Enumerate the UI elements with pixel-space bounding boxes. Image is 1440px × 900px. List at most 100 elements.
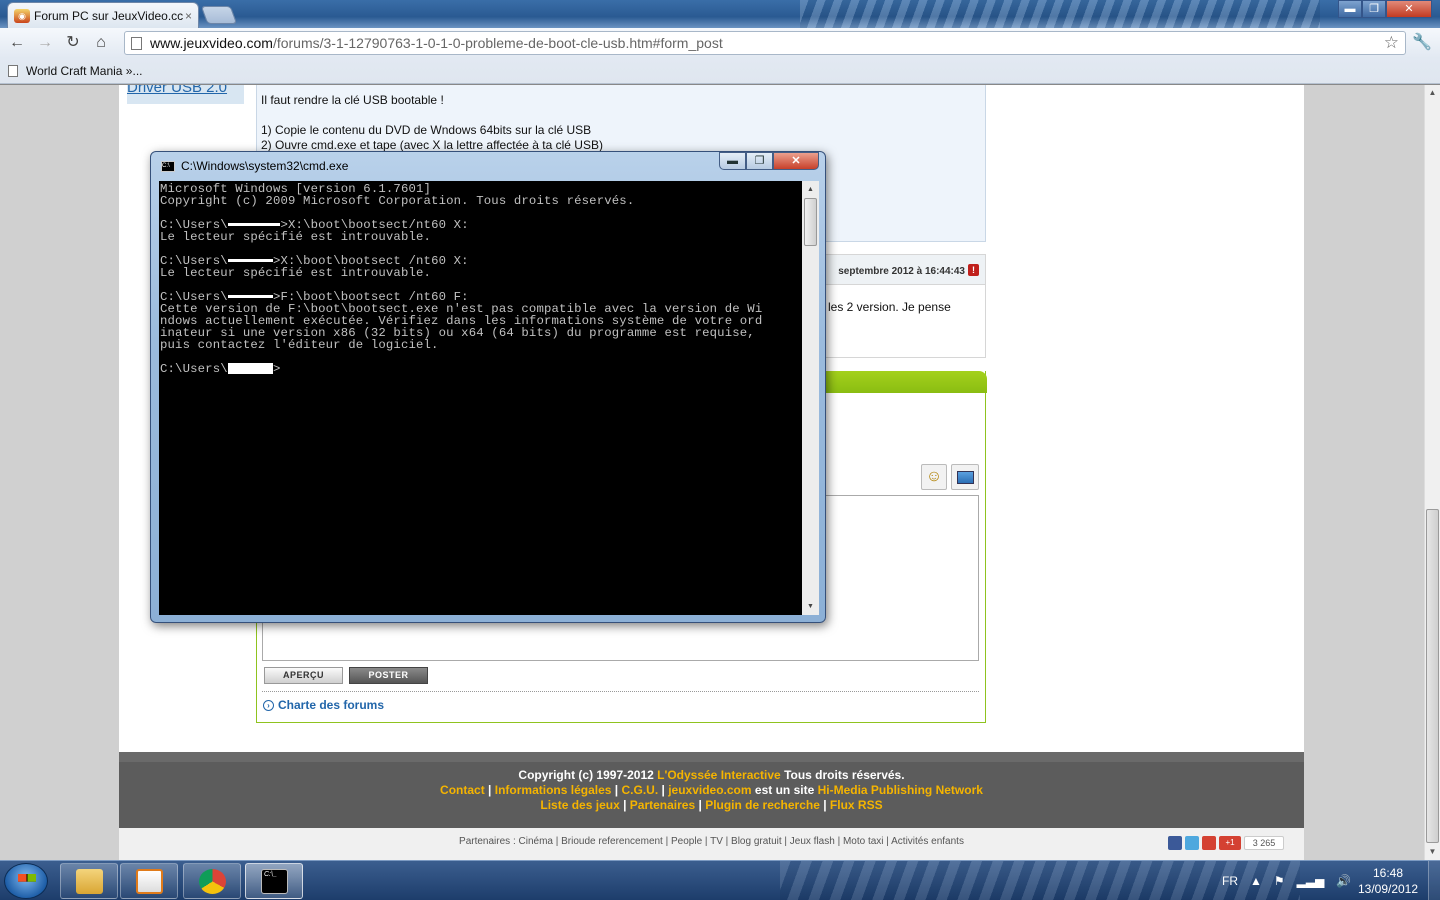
rss-link[interactable]: Flux RSS — [830, 798, 883, 812]
cmd-titlebar[interactable]: C:\ C:\Windows\system32\cmd.exe — [161, 158, 348, 174]
scroll-down-icon[interactable]: ▼ — [1425, 844, 1440, 860]
cmd-close-button[interactable]: ✕ — [773, 152, 819, 170]
clock[interactable]: 16:48 13/09/2012 — [1352, 865, 1424, 897]
page-scrollbar[interactable]: ▲ ▼ — [1424, 85, 1440, 860]
driver-usb-link[interactable]: Driver USB 2.0 — [127, 85, 227, 96]
explorer-taskbar-button[interactable] — [60, 863, 118, 899]
page-icon — [131, 36, 142, 50]
partners-bar: Partenaires : Cinéma | Brioude reference… — [119, 828, 1304, 860]
titlebar-decoration — [800, 0, 1320, 28]
cmd-window[interactable]: C:\ C:\Windows\system32\cmd.exe ▬ ❐ ✕ Mi… — [150, 151, 826, 623]
charte-link[interactable]: › Charte des forums — [263, 698, 384, 712]
cmd-maximize-button[interactable]: ❐ — [746, 152, 773, 170]
cmd-minimize-button[interactable]: ▬ — [719, 152, 746, 170]
language-indicator[interactable]: FR — [1222, 874, 1238, 888]
arrow-circle-icon: › — [263, 699, 274, 711]
image-insert-icon[interactable] — [951, 464, 979, 490]
cgu-link[interactable]: C.G.U. — [621, 783, 658, 797]
legal-link[interactable]: Informations légales — [495, 783, 612, 797]
media-player-icon — [136, 869, 163, 894]
alert-icon[interactable]: ! — [968, 264, 979, 276]
tray-expand-icon[interactable]: ▲ — [1250, 874, 1262, 888]
cmd-window-controls: ▬ ❐ ✕ — [719, 152, 819, 170]
scroll-up-icon[interactable]: ▲ — [1425, 85, 1440, 101]
himedia-link[interactable]: Hi-Media Publishing Network — [818, 783, 983, 797]
site-footer: Copyright (c) 1997-2012 L'Odyssée Intera… — [119, 752, 1304, 828]
odyssee-link[interactable]: L'Odyssée Interactive — [657, 768, 781, 782]
windows-logo-icon — [18, 874, 36, 890]
console-line: C:\Users\ > — [160, 362, 281, 376]
browser-tab[interactable]: ◉ Forum PC sur JeuxVideo.cc × — [7, 2, 199, 28]
tab-title: Forum PC sur JeuxVideo.cc — [34, 8, 183, 23]
chrome-icon — [199, 869, 226, 894]
bookmark-star-icon[interactable]: ☆ — [1384, 33, 1399, 53]
url-host: www.jeuxvideo.com — [150, 35, 273, 51]
preview-button[interactable]: APERÇU — [264, 667, 343, 684]
bookmarks-bar: World Craft Mania »... — [0, 58, 1440, 84]
cmd-scroll-down-icon[interactable]: ▼ — [802, 598, 819, 615]
footer-links-line: Contact | Informations légales | C.G.U. … — [440, 783, 983, 797]
share-count: 3 265 — [1244, 836, 1284, 850]
copyright-text: Copyright (c) 1997-2012 — [518, 768, 658, 782]
post-line: Il faut rendre la clé USB bootable ! — [261, 93, 444, 107]
footer-links-line: Liste des jeux | Partenaires | Plugin de… — [540, 798, 883, 812]
copyright-line: Copyright (c) 1997-2012 L'Odyssée Intera… — [119, 768, 1304, 783]
post-text: les 2 version. Je pense — [828, 300, 951, 314]
google-icon[interactable] — [1202, 836, 1216, 850]
site-link[interactable]: jeuxvideo.com — [668, 783, 751, 797]
partners-link[interactable]: Partenaires — [630, 798, 695, 812]
action-center-flag-icon[interactable]: ⚑ — [1274, 874, 1285, 888]
facebook-icon[interactable] — [1168, 836, 1182, 850]
address-bar[interactable]: www.jeuxvideo.com /forums/3-1-12790763-1… — [124, 31, 1406, 55]
twitter-icon[interactable] — [1185, 836, 1199, 850]
browser-toolbar: ← → ↻ ⌂ www.jeuxvideo.com /forums/3-1-12… — [0, 28, 1440, 58]
post-button[interactable]: POSTER — [349, 667, 428, 684]
cmd-scroll-up-icon[interactable]: ▲ — [802, 181, 819, 198]
wrench-menu-icon[interactable]: 🔧 — [1412, 32, 1432, 52]
post-line: 1) Copie le contenu du DVD de Wndows 64b… — [261, 123, 592, 137]
new-tab-button[interactable] — [200, 6, 238, 24]
minimize-button[interactable]: ▬ — [1338, 0, 1362, 18]
tab-close-icon[interactable]: × — [185, 9, 192, 23]
rights-text: Tous droits réservés. — [780, 768, 905, 782]
jeuxvideo-favicon-icon: ◉ — [14, 8, 30, 23]
cmd-scrollbar[interactable]: ▲ ▼ — [802, 181, 819, 615]
start-button[interactable] — [4, 863, 48, 899]
console-line: Copyright (c) 2009 Microsoft Corporation… — [160, 194, 635, 208]
folder-icon — [76, 869, 103, 894]
cmd-taskbar-button[interactable]: C:\_ — [245, 863, 303, 899]
back-arrow-icon[interactable]: ← — [6, 32, 28, 54]
search-plugin-link[interactable]: Plugin de recherche — [705, 798, 820, 812]
volume-icon[interactable]: 🔊 — [1336, 874, 1351, 888]
console-output: Microsoft Windows [version 6.1.7601] Copy… — [159, 181, 802, 375]
games-list-link[interactable]: Liste des jeux — [540, 798, 619, 812]
scrollbar-thumb[interactable] — [1426, 509, 1439, 843]
forward-arrow-icon[interactable]: → — [34, 32, 56, 54]
maximize-button[interactable]: ❐ — [1362, 0, 1386, 18]
reload-icon[interactable]: ↻ — [62, 32, 84, 54]
post-date: septembre 2012 à 16:44:43 — [838, 266, 965, 277]
google-plus-one-button[interactable]: +1 — [1219, 836, 1241, 850]
close-button[interactable]: ✕ — [1386, 0, 1432, 18]
partners-links[interactable]: Partenaires : Cinéma | Brioude reference… — [459, 836, 964, 847]
redacted-username — [227, 259, 273, 263]
system-tray: FR ▲ ⚑ ▂▃▅ 🔊 — [1222, 861, 1351, 900]
smiley-icon[interactable]: ☺ — [921, 464, 947, 490]
chrome-taskbar-button[interactable] — [183, 863, 241, 899]
cmd-scrollbar-thumb[interactable] — [804, 198, 817, 246]
home-icon[interactable]: ⌂ — [90, 32, 112, 54]
console-line: Le lecteur spécifié est introuvable. — [160, 230, 432, 244]
cmd-icon: C:\ — [161, 160, 175, 172]
url-path: /forums/3-1-12790763-1-0-1-0-probleme-de… — [272, 35, 723, 51]
show-desktop-button[interactable] — [1428, 861, 1440, 900]
cmd-console[interactable]: Microsoft Windows [version 6.1.7601] Copy… — [159, 181, 802, 615]
bookmark-world-craft-mania[interactable]: World Craft Mania »... — [26, 64, 142, 78]
social-buttons: +1 3 265 — [1168, 836, 1284, 850]
network-icon[interactable]: ▂▃▅ — [1297, 874, 1325, 888]
divider — [262, 691, 979, 692]
media-player-taskbar-button[interactable] — [120, 863, 178, 899]
screen: ◉ Forum PC sur JeuxVideo.cc × ▬ ❐ ✕ ← → … — [0, 0, 1440, 900]
contact-link[interactable]: Contact — [440, 783, 485, 797]
